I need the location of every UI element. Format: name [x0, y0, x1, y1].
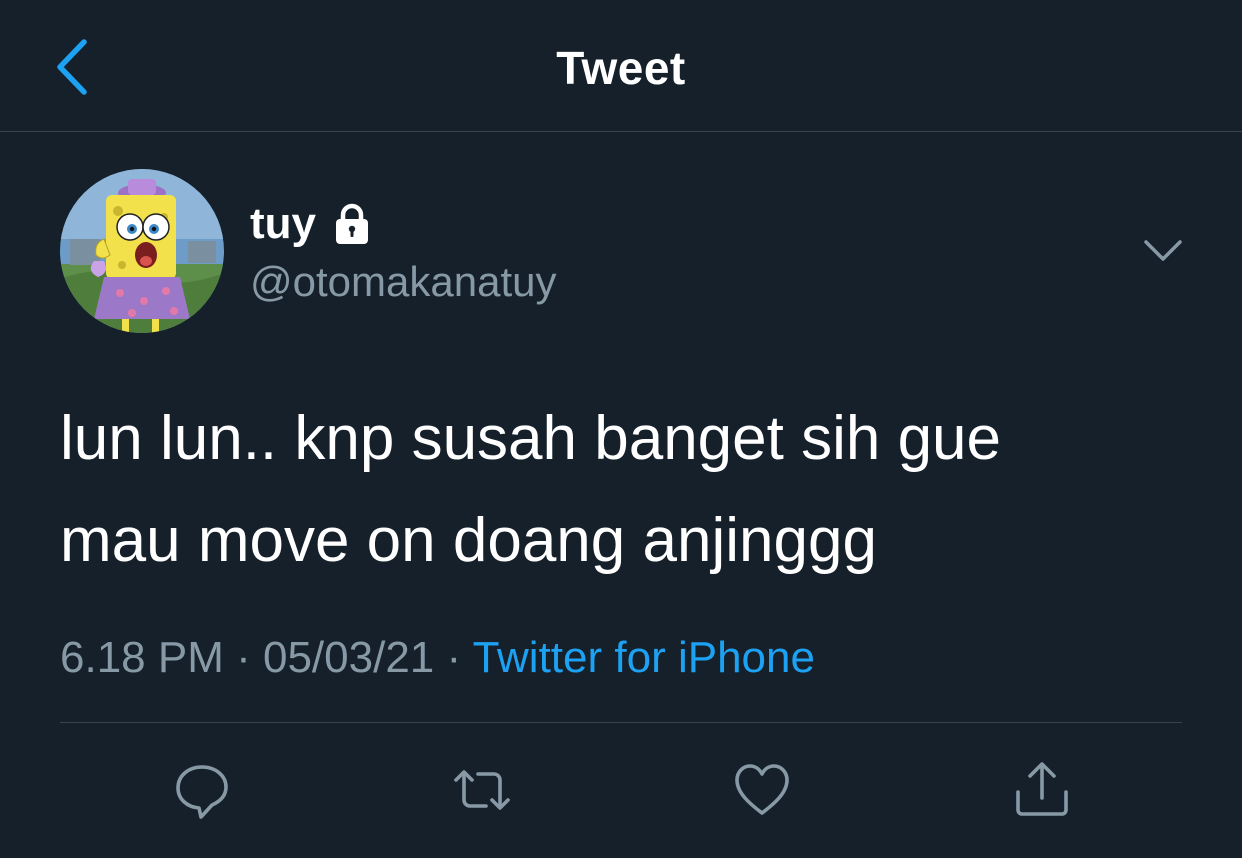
author-name-row[interactable]: tuy	[250, 196, 374, 252]
display-name: tuy	[250, 199, 316, 248]
tweet-source-link[interactable]: Twitter for iPhone	[473, 633, 815, 682]
meta-separator: ·	[223, 633, 263, 682]
tweet-text-line: mau move on doang anjinggg	[60, 506, 877, 575]
avatar-image	[60, 169, 224, 333]
tweet-time: 6.18 PM	[60, 633, 224, 682]
tweet-text-line: lun lun.. knp susah banget sih gue	[60, 404, 1002, 473]
retweet-icon	[454, 770, 510, 810]
top-bar: Tweet	[0, 0, 1242, 132]
share-button[interactable]	[1012, 760, 1072, 820]
tweet-meta: 6.18 PM · 05/03/21 · Twitter for iPhone	[60, 630, 815, 686]
page-title: Tweet	[556, 42, 686, 94]
more-options-button[interactable]	[1140, 228, 1186, 274]
divider	[60, 722, 1182, 723]
heart-icon	[735, 764, 789, 815]
lock-icon	[330, 202, 374, 246]
reply-icon	[176, 765, 228, 819]
tweet-text: lun lun.. knp susah banget sih gue mau m…	[60, 388, 1180, 592]
chevron-down-icon	[1144, 240, 1182, 261]
avatar[interactable]	[60, 169, 224, 333]
share-icon	[1016, 762, 1068, 816]
tweet-date: 05/03/21	[262, 633, 435, 682]
reply-button[interactable]	[172, 760, 232, 820]
meta-separator: ·	[434, 633, 473, 682]
author-handle[interactable]: @otomakanatuy	[250, 254, 556, 310]
like-button[interactable]	[732, 760, 792, 820]
retweet-button[interactable]	[452, 760, 512, 820]
